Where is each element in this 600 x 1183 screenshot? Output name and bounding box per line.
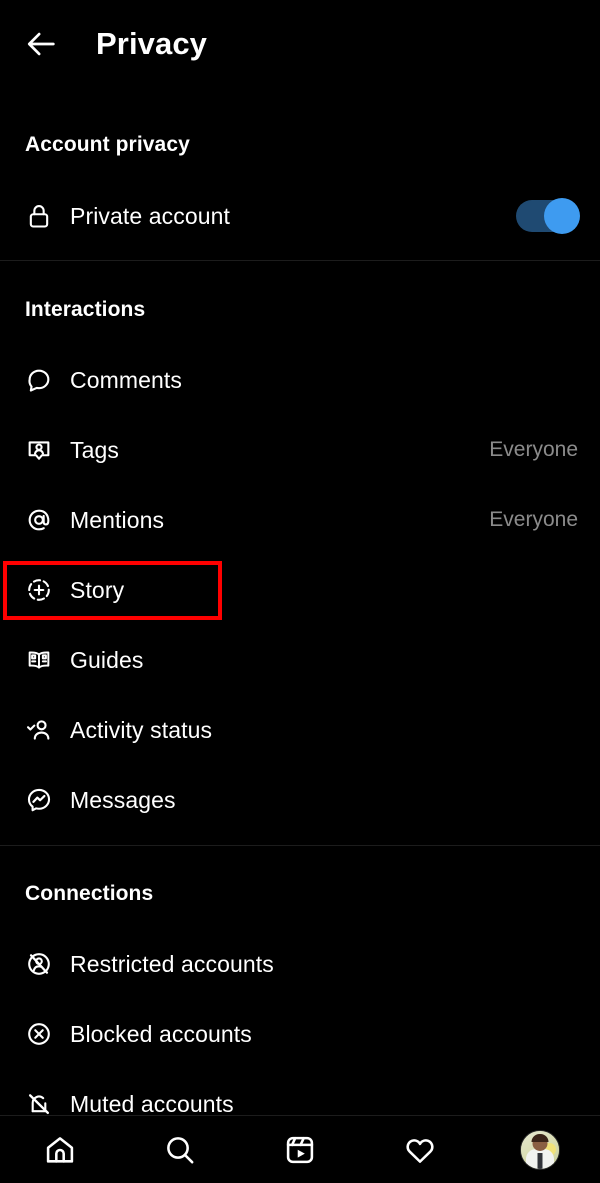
row-label-story: Story	[70, 576, 125, 603]
search-icon	[167, 1136, 194, 1163]
row-blocked-accounts[interactable]: Blocked accounts	[0, 1006, 600, 1062]
row-label-blocked-accounts: Blocked accounts	[70, 1020, 252, 1047]
row-guides[interactable]: Guides	[0, 632, 600, 688]
row-story[interactable]: Story	[0, 562, 600, 618]
back-button[interactable]	[10, 12, 74, 76]
open-book-icon	[22, 643, 56, 677]
row-label-comments: Comments	[70, 366, 182, 393]
row-label-muted-accounts: Muted accounts	[70, 1090, 234, 1117]
person-check-icon	[22, 713, 56, 747]
row-value-mentions: Everyone	[489, 508, 578, 531]
row-value-tags: Everyone	[489, 438, 578, 461]
person-slash-circle-icon	[22, 947, 56, 981]
arrow-left-icon	[27, 32, 55, 56]
private-account-toggle[interactable]	[516, 198, 580, 234]
row-comments[interactable]: Comments	[0, 352, 600, 408]
section-divider-2	[0, 845, 600, 846]
nav-item-profile[interactable]	[502, 1122, 578, 1178]
row-mentions[interactable]: Mentions Everyone	[0, 492, 600, 548]
x-circle-icon	[22, 1017, 56, 1051]
app-header: Privacy	[0, 0, 600, 88]
toggle-knob	[544, 198, 580, 234]
privacy-settings-screen: Privacy Account privacy Private account …	[0, 0, 600, 1183]
section-title-account-privacy: Account privacy	[25, 133, 190, 156]
section-title-interactions: Interactions	[25, 298, 146, 321]
row-activity-status[interactable]: Activity status	[0, 702, 600, 758]
section-title-connections: Connections	[25, 882, 154, 905]
bottom-navigation-bar	[0, 1115, 600, 1183]
section-divider-1	[0, 260, 600, 261]
tag-person-icon	[22, 433, 56, 467]
nav-item-search[interactable]	[142, 1122, 218, 1178]
messenger-icon	[22, 783, 56, 817]
at-mention-icon	[22, 503, 56, 537]
row-messages[interactable]: Messages	[0, 772, 600, 828]
lock-icon	[22, 199, 56, 233]
heart-icon	[406, 1138, 434, 1163]
row-tags[interactable]: Tags Everyone	[0, 422, 600, 478]
row-label-activity-status: Activity status	[70, 716, 213, 743]
row-label-restricted-accounts: Restricted accounts	[70, 950, 274, 977]
row-label-guides: Guides	[70, 646, 144, 673]
profile-avatar	[520, 1129, 560, 1170]
nav-item-home[interactable]	[22, 1122, 98, 1178]
row-restricted-accounts[interactable]: Restricted accounts	[0, 936, 600, 992]
row-label-private-account: Private account	[70, 202, 231, 229]
story-plus-icon	[22, 573, 56, 607]
comment-bubble-icon	[22, 363, 56, 397]
row-label-messages: Messages	[70, 786, 176, 813]
home-icon	[46, 1136, 74, 1163]
nav-item-activity[interactable]	[382, 1122, 458, 1178]
page-title: Privacy	[96, 26, 208, 61]
row-private-account[interactable]: Private account	[0, 188, 600, 244]
row-label-mentions: Mentions	[70, 506, 165, 533]
row-label-tags: Tags	[70, 436, 119, 463]
reels-icon	[286, 1136, 314, 1163]
nav-item-reels[interactable]	[262, 1122, 338, 1178]
